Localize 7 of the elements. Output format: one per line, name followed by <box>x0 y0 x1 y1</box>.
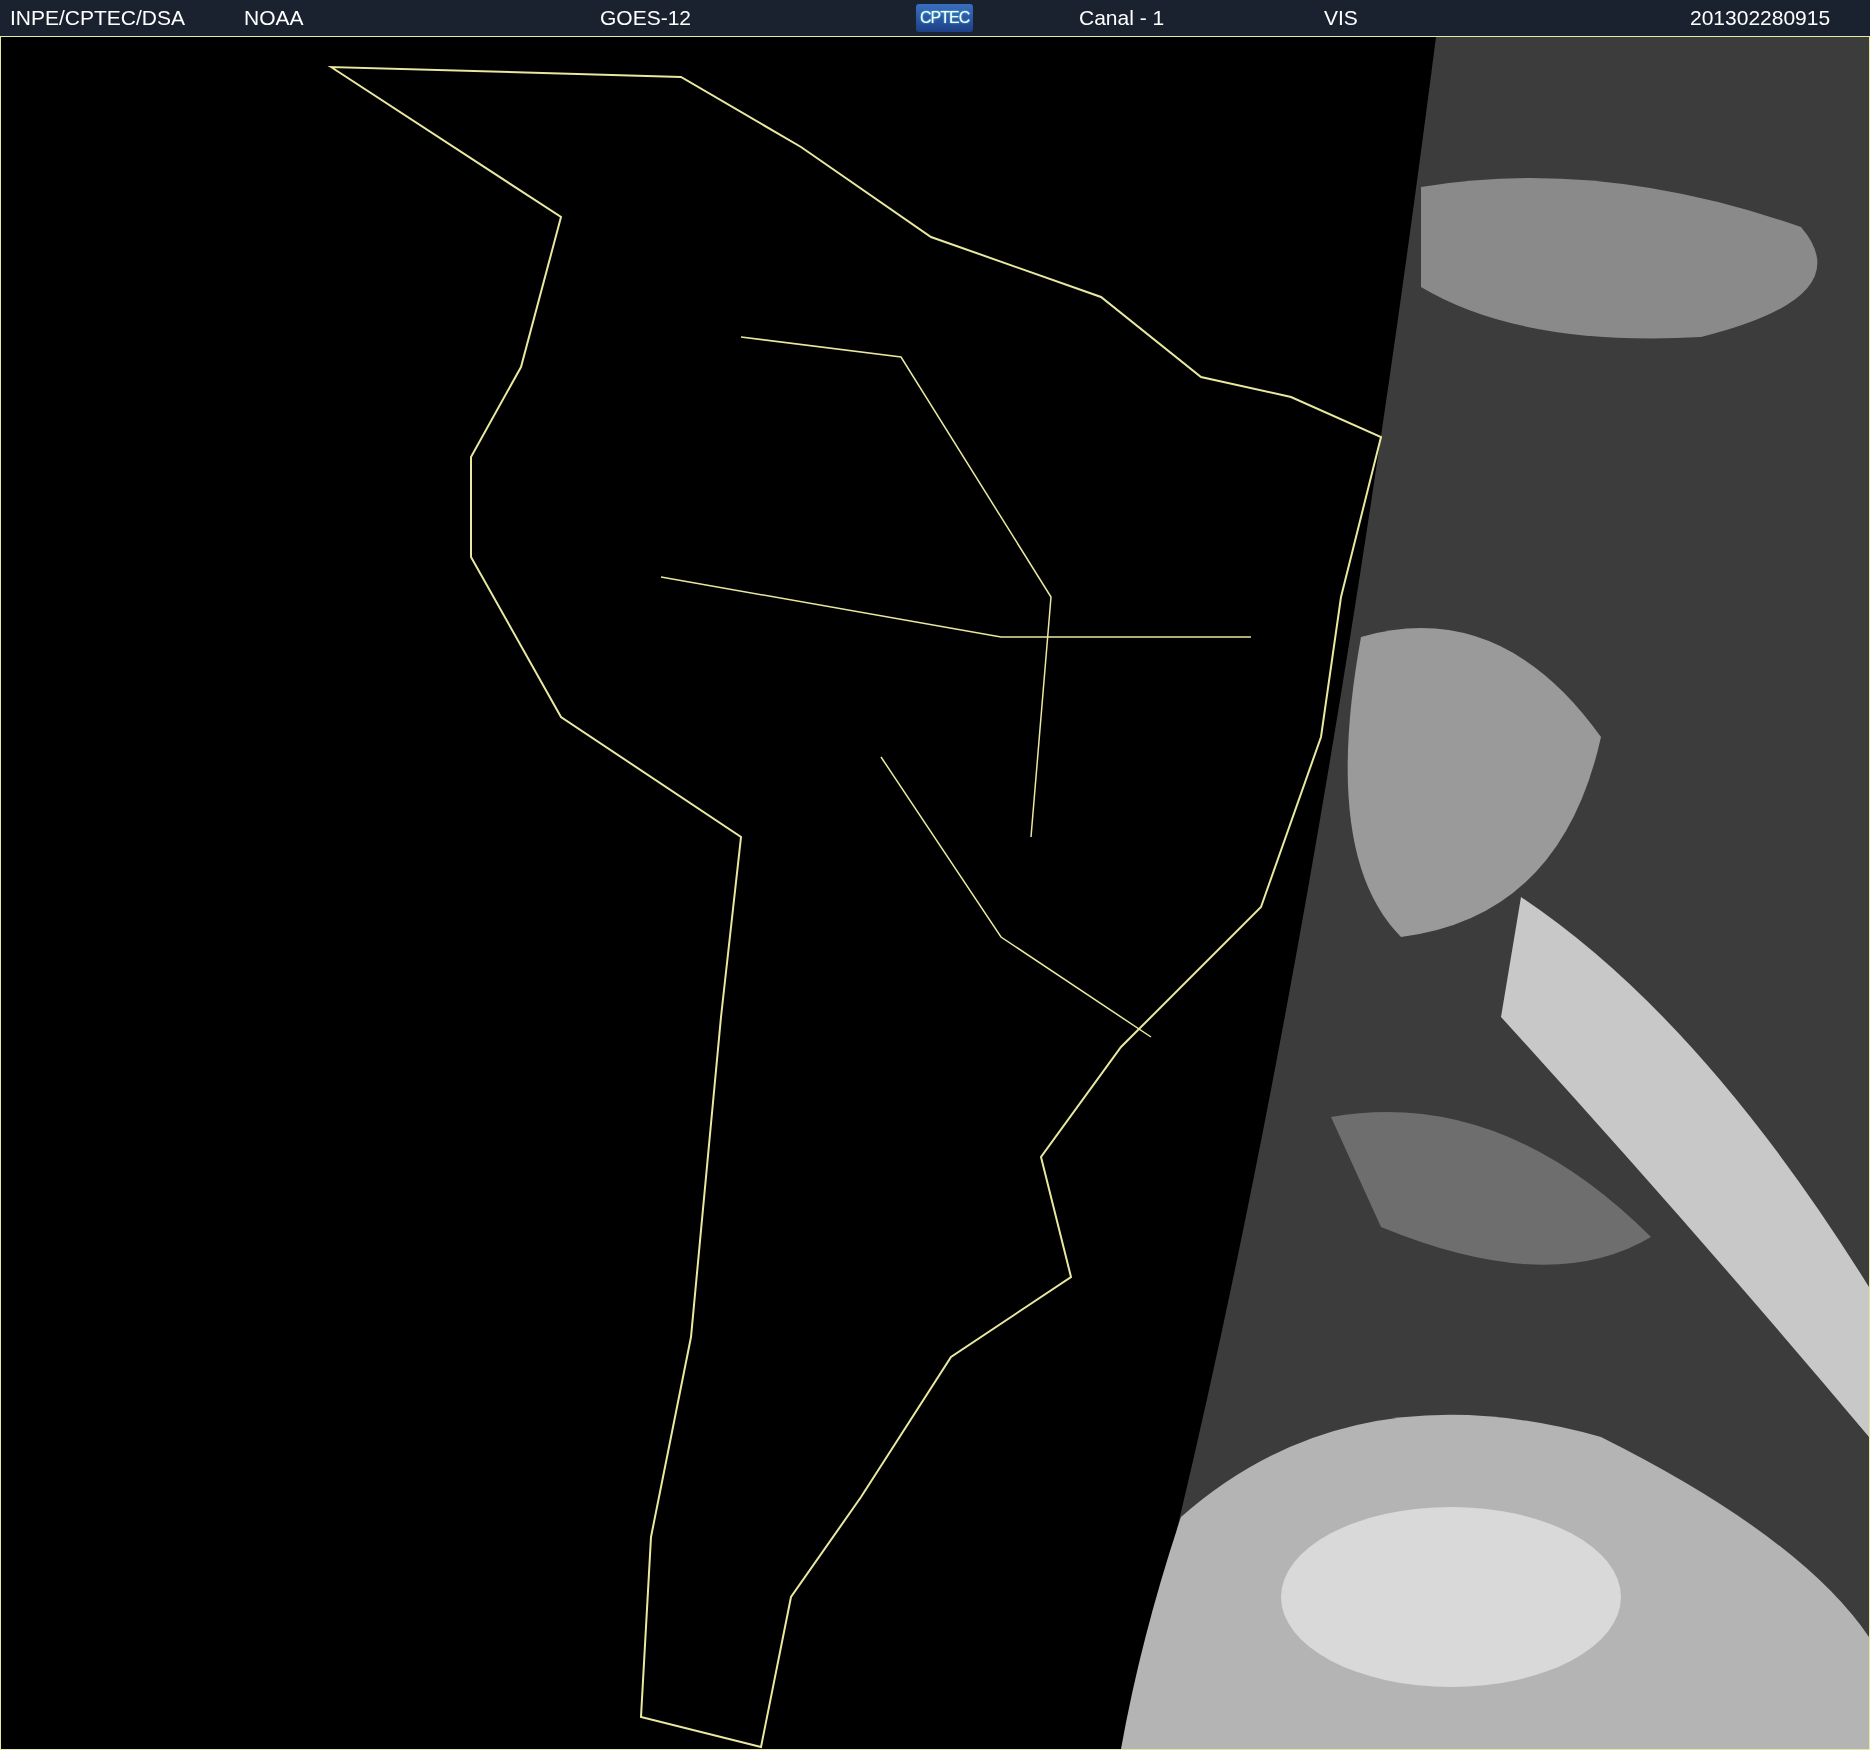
logo: CPTEC <box>916 4 974 32</box>
satellite-label: GOES-12 <box>600 6 693 30</box>
source-label: INPE/CPTEC/DSA <box>10 6 187 30</box>
band-label: VIS <box>1324 6 1359 30</box>
timestamp-label: 201302280915 <box>1690 6 1831 30</box>
channel-label: Canal - 1 <box>1079 6 1166 30</box>
agency-label: NOAA <box>244 6 305 30</box>
